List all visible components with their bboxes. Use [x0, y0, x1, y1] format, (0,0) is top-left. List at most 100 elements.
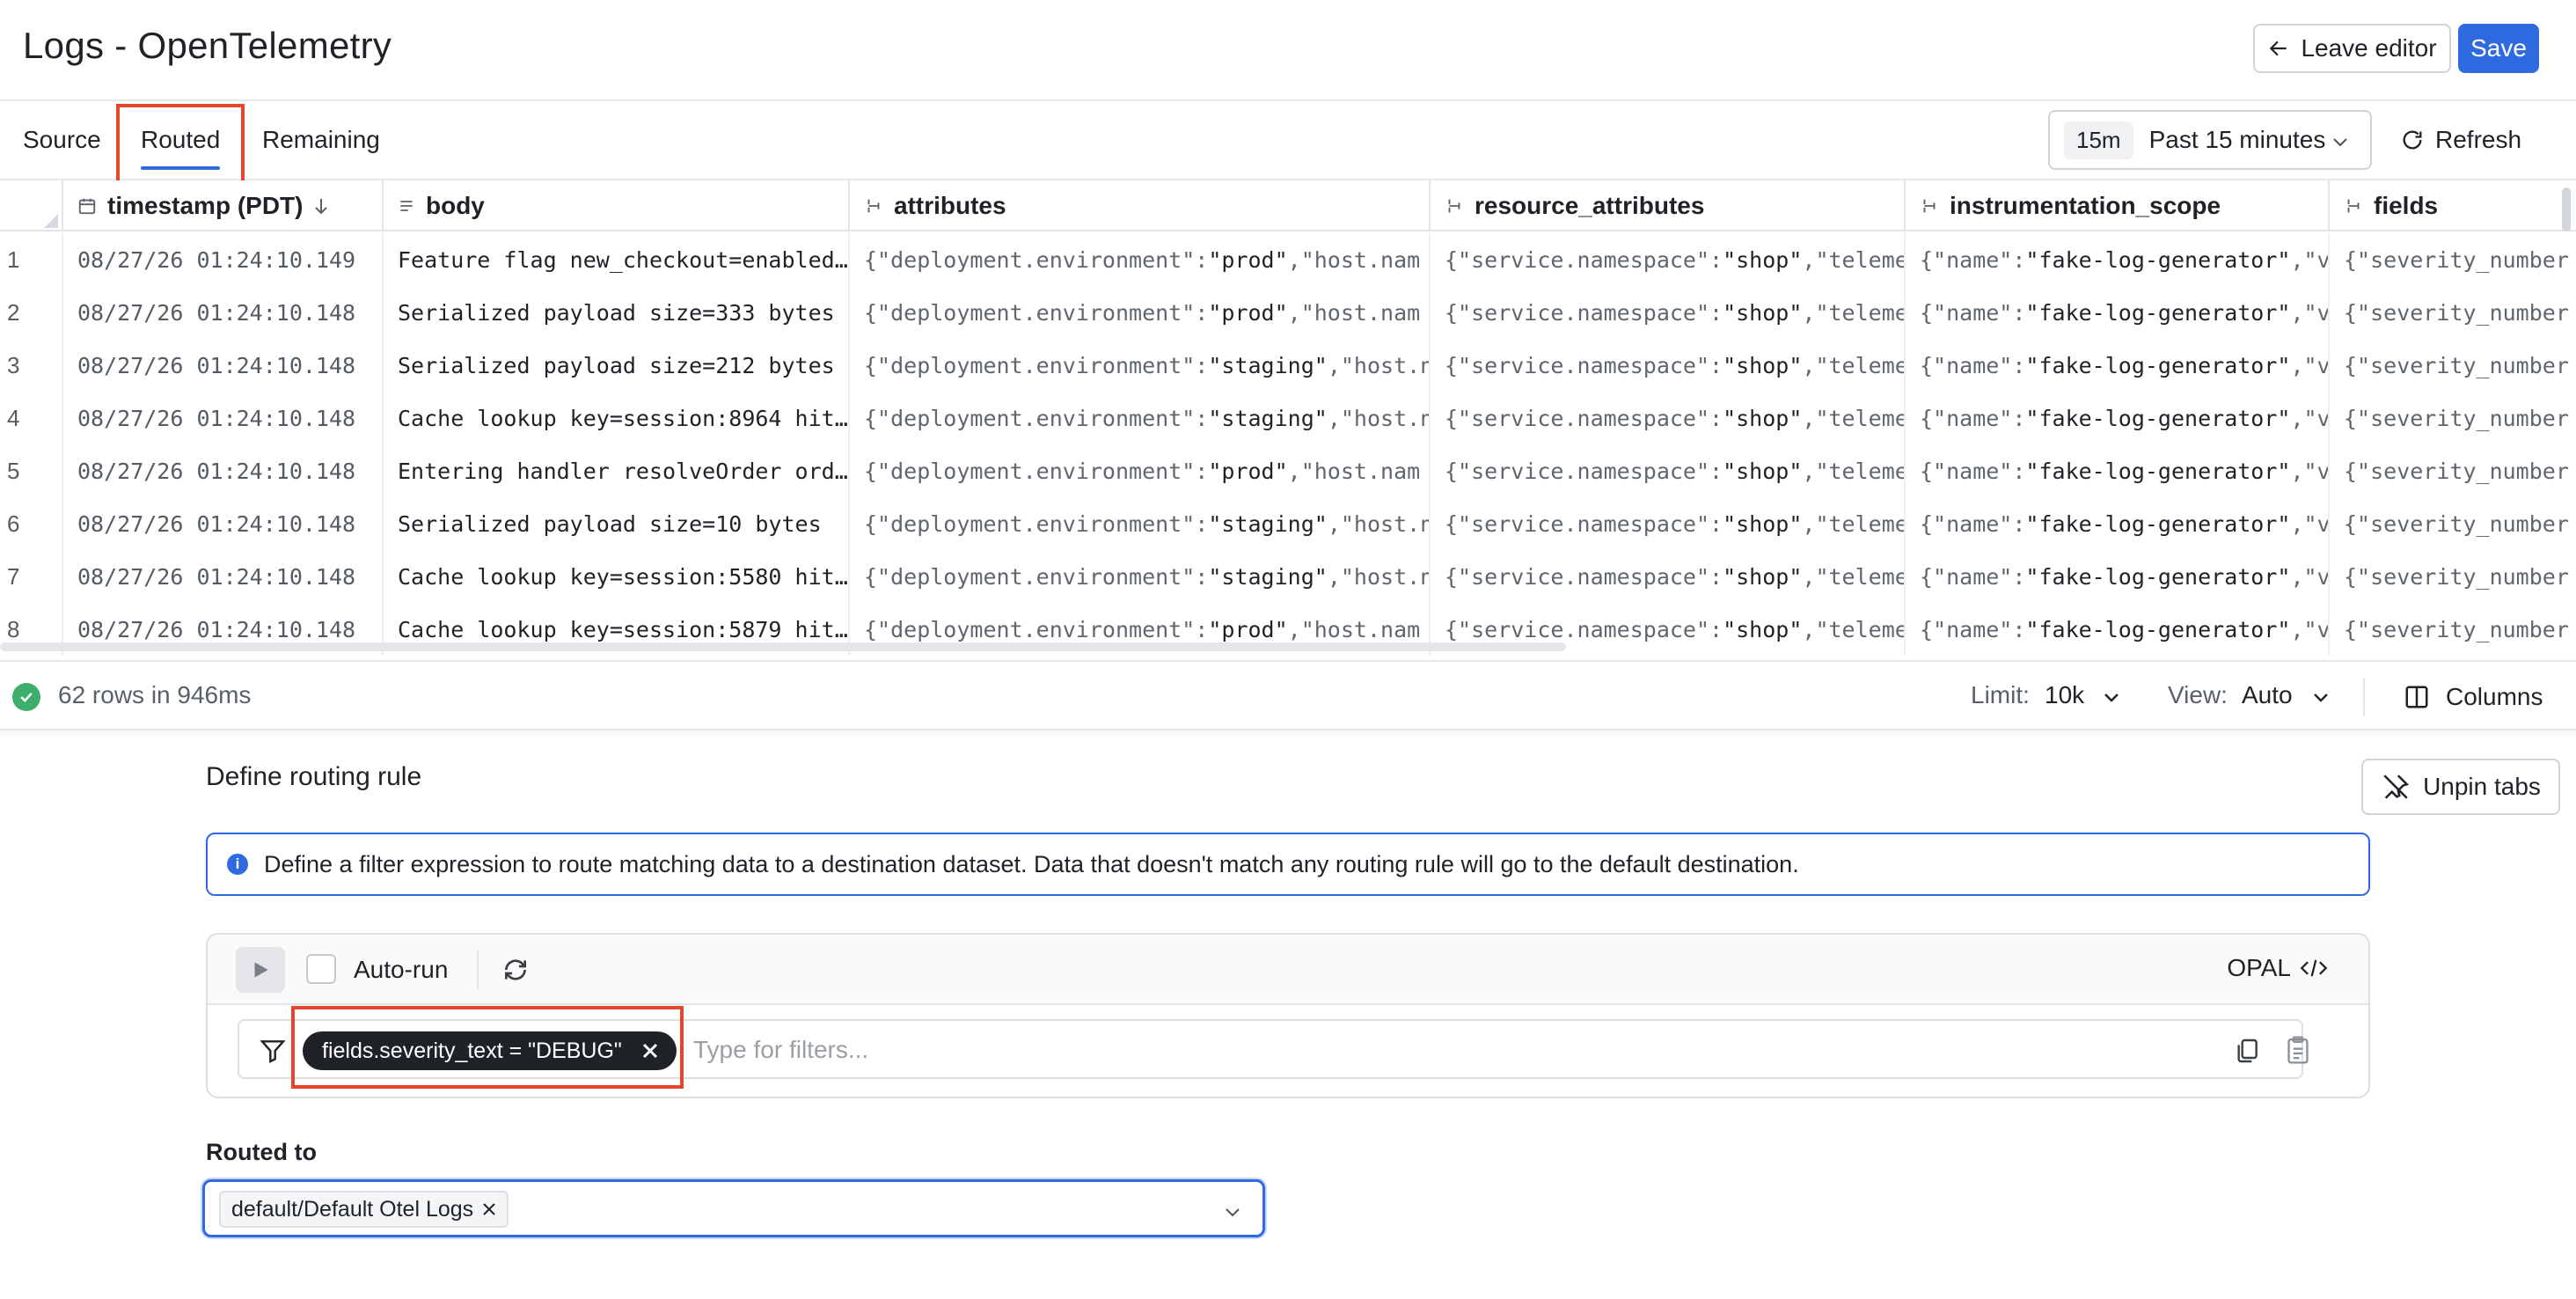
- row-number: 5: [0, 444, 63, 497]
- columns-label: Columns: [2446, 683, 2543, 710]
- limit-select[interactable]: 10k: [2045, 681, 2084, 709]
- column-header-instrumentation-scope[interactable]: instrumentation_scope: [1906, 180, 2330, 231]
- tab-routed[interactable]: Routed: [141, 101, 221, 179]
- cell-resource-attributes: {"service.namespace": "shop" ,"teleme: [1431, 339, 1906, 392]
- table-row[interactable]: 3 08/27/26 01:24:10.148 Serialized payload…: [0, 339, 2576, 392]
- cell-fields: {"severity_number: [2330, 550, 2576, 603]
- chevron-down-icon[interactable]: [2101, 686, 2122, 708]
- leave-editor-button[interactable]: Leave editor: [2253, 24, 2451, 73]
- json-value: "staging": [1208, 563, 1328, 590]
- clipboard-icon[interactable]: [2284, 1035, 2312, 1065]
- json-key: {"severity_number: [2344, 299, 2569, 326]
- json-tail: ,"teleme: [1802, 510, 1906, 537]
- column-header-resource-attributes[interactable]: resource_attributes: [1431, 180, 1906, 231]
- arrow-down-icon[interactable]: [313, 196, 329, 216]
- refresh-icon: [2403, 130, 2422, 150]
- chevron-down-icon[interactable]: [2310, 686, 2331, 708]
- close-icon[interactable]: [482, 1202, 496, 1216]
- cell-instrumentation-scope: {"name": "fake-log-generator" ,"v: [1906, 392, 2330, 444]
- language-toggle[interactable]: OPAL: [2227, 954, 2328, 982]
- table-row[interactable]: 7 08/27/26 01:24:10.148 Cache lookup key=s…: [0, 550, 2576, 603]
- autorun-label: Auto-run: [354, 956, 449, 983]
- close-icon[interactable]: [641, 1042, 659, 1060]
- json-key: {"name":: [1920, 299, 2026, 326]
- info-banner: i Define a filter expression to route ma…: [206, 833, 2370, 896]
- columns-button[interactable]: Columns: [2404, 678, 2543, 716]
- table-row[interactable]: 1 08/27/26 01:24:10.149 Feature flag new_c…: [0, 233, 2576, 286]
- table-row[interactable]: 4 08/27/26 01:24:10.148 Cache lookup key=s…: [0, 392, 2576, 444]
- json-value: "shop": [1723, 510, 1803, 537]
- run-button[interactable]: [236, 947, 285, 993]
- leave-editor-label: Leave editor: [2301, 34, 2437, 62]
- autorun-checkbox[interactable]: [306, 954, 336, 984]
- column-header-attributes[interactable]: attributes: [850, 180, 1431, 231]
- vertical-scrollbar[interactable]: [2562, 187, 2571, 231]
- filter-chip[interactable]: fields.severity_text = "DEBUG": [303, 1031, 677, 1070]
- json-key: {"deployment.environment":: [864, 616, 1209, 642]
- info-icon: i: [227, 854, 248, 875]
- json-key: {"service.namespace":: [1445, 246, 1723, 273]
- json-tail: ,"teleme: [1802, 458, 1906, 484]
- column-header-fields[interactable]: fields: [2330, 180, 2576, 231]
- page-header: Logs - OpenTelemetry Leave editor Save: [0, 0, 2576, 101]
- json-value: "shop": [1723, 352, 1803, 378]
- json-value: "fake-log-generator": [2025, 616, 2291, 642]
- table-row[interactable]: 2 08/27/26 01:24:10.148 Serialized payload…: [0, 286, 2576, 339]
- cell-body: Serialized payload size=212 bytes: [384, 339, 850, 392]
- json-value: "staging": [1208, 352, 1328, 378]
- cell-fields: {"severity_number: [2330, 603, 2576, 656]
- json-tail: ,"teleme: [1802, 563, 1906, 590]
- json-key: {"severity_number: [2344, 458, 2569, 484]
- destination-select[interactable]: default/Default Otel Logs: [202, 1179, 1265, 1237]
- json-value: "shop": [1723, 405, 1803, 431]
- view-select[interactable]: Auto: [2242, 681, 2293, 709]
- tabs-bar: Source Routed Remaining 15m Past 15 minu…: [0, 101, 2576, 187]
- check-circle-icon: [12, 683, 40, 711]
- filter-bar[interactable]: fields.severity_text = "DEBUG": [238, 1019, 2309, 1079]
- json-key: {"name":: [1920, 246, 2026, 273]
- cell-attributes: {"deployment.environment": "prod" ,"host.n…: [850, 233, 1431, 286]
- time-range-picker[interactable]: 15m Past 15 minutes: [2048, 110, 2372, 170]
- destination-chip[interactable]: default/Default Otel Logs: [219, 1191, 509, 1228]
- cell-body: Cache lookup key=session:5580 hit…: [384, 550, 850, 603]
- tab-remaining[interactable]: Remaining: [262, 101, 380, 179]
- row-number: 4: [0, 392, 63, 444]
- json-key: {"service.namespace":: [1445, 458, 1723, 484]
- cell-body: Cache lookup key=session:8964 hit…: [384, 392, 850, 444]
- filter-icon: [260, 1040, 286, 1063]
- cell-instrumentation-scope: {"name": "fake-log-generator" ,"v: [1906, 550, 2330, 603]
- column-header-body[interactable]: body: [384, 180, 850, 231]
- tab-source[interactable]: Source: [23, 101, 101, 179]
- horizontal-scrollbar[interactable]: [0, 642, 1566, 651]
- save-button[interactable]: Save: [2458, 24, 2539, 73]
- object-icon: [867, 199, 880, 213]
- cell-timestamp: 08/27/26 01:24:10.148: [63, 339, 384, 392]
- json-key: {"deployment.environment":: [864, 405, 1209, 431]
- cell-instrumentation-scope: {"name": "fake-log-generator" ,"v: [1906, 497, 2330, 550]
- arrow-left-icon: [2270, 40, 2287, 56]
- unpin-tabs-button[interactable]: Unpin tabs: [2361, 759, 2560, 815]
- json-value: "fake-log-generator": [2025, 510, 2291, 537]
- json-tail: ,"v: [2290, 299, 2330, 326]
- table-row[interactable]: 6 08/27/26 01:24:10.148 Serialized payload…: [0, 497, 2576, 550]
- corner-cell: [0, 180, 63, 231]
- json-value: "shop": [1723, 563, 1803, 590]
- json-key: {"deployment.environment":: [864, 246, 1209, 273]
- cell-fields: {"severity_number: [2330, 233, 2576, 286]
- json-tail: ,"v: [2290, 563, 2330, 590]
- json-value: "prod": [1208, 299, 1288, 326]
- refresh-button[interactable]: Refresh: [2400, 110, 2521, 170]
- destination-label: default/Default Otel Logs: [231, 1196, 474, 1222]
- cell-fields: {"severity_number: [2330, 286, 2576, 339]
- column-header-timestamp[interactable]: timestamp (PDT): [63, 180, 384, 231]
- copy-icon[interactable]: [2233, 1037, 2261, 1065]
- filter-input[interactable]: [693, 1030, 2101, 1070]
- table-row[interactable]: 5 08/27/26 01:24:10.148 Entering handler r…: [0, 444, 2576, 497]
- object-icon: [1923, 199, 1936, 213]
- play-icon: [254, 962, 268, 978]
- reload-icon[interactable]: [501, 956, 530, 984]
- json-tail: ,"v: [2290, 616, 2330, 642]
- json-tail: ,"host.n: [1327, 510, 1431, 537]
- json-key: {"name":: [1920, 510, 2026, 537]
- json-value: "fake-log-generator": [2025, 458, 2291, 484]
